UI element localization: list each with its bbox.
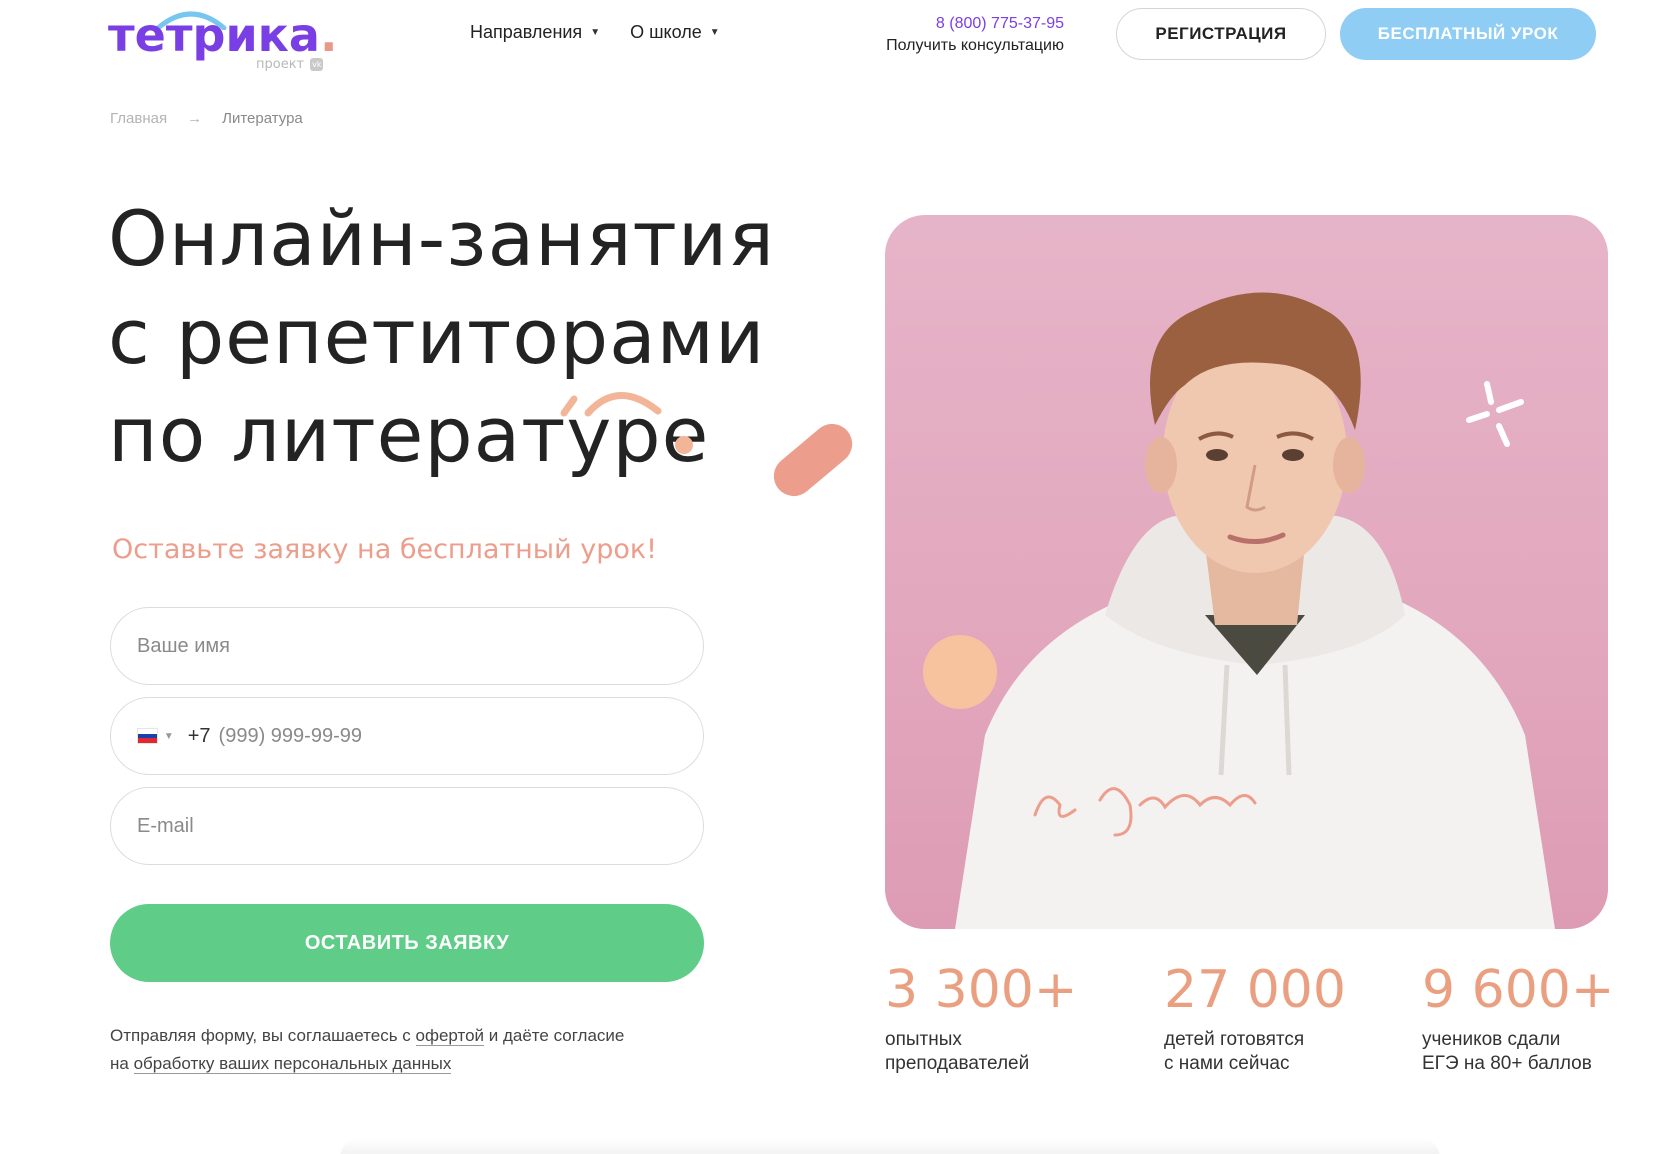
free-lesson-button[interactable]: БЕСПЛАТНЫЙ УРОК <box>1340 8 1596 60</box>
orange-circle-decoration <box>923 635 997 709</box>
stat-number: 27 000 <box>1164 960 1346 1020</box>
russia-flag-icon[interactable] <box>137 728 158 744</box>
stat-number: 3 300+ <box>885 960 1078 1020</box>
breadcrumb-current: Литература <box>222 110 303 127</box>
stat-label-line: преподавателей <box>885 1053 1030 1074</box>
next-section-edge <box>340 1138 1440 1154</box>
breadcrumb-arrow-icon: → <box>187 110 203 127</box>
breadcrumb: Главная → Литература <box>110 110 303 127</box>
sparkle-icon <box>1466 381 1524 447</box>
consent-text-1: Отправляя форму, вы соглашаетесь с <box>110 1026 416 1045</box>
logo-text: тетрика. <box>108 8 338 62</box>
phone-field[interactable]: ▼ +7 <box>110 697 704 775</box>
logo-subtitle: проект vk <box>256 57 324 72</box>
stat-label-line: учеников сдали <box>1422 1029 1561 1050</box>
stat-teachers: 3 300+ опытных преподавателей <box>885 960 1077 1076</box>
stat-exam-results: 9 600+ учеников сдали ЕГЭ на 80+ баллов <box>1422 960 1614 1076</box>
email-input[interactable] <box>137 814 703 838</box>
phone-link[interactable]: 8 (800) 775-37-95 <box>886 13 1064 35</box>
name-input[interactable] <box>137 634 703 658</box>
title-line-2: с репетиторами <box>108 292 766 381</box>
country-caret-down-icon[interactable]: ▼ <box>164 731 174 742</box>
stat-label: детей готовятся с нами сейчас <box>1164 1028 1354 1076</box>
stat-number: 9 600+ <box>1422 960 1615 1020</box>
offer-link[interactable]: офертой <box>415 1026 485 1046</box>
phone-prefix: +7 <box>187 724 211 747</box>
nav-about-label: О школе <box>630 22 702 42</box>
consent-text-3: на <box>110 1054 134 1073</box>
stat-students-now: 27 000 детей готовятся с нами сейчас <box>1164 960 1354 1076</box>
breadcrumb-home[interactable]: Главная <box>110 110 167 127</box>
name-field[interactable] <box>110 607 704 685</box>
title-line-1: Онлайн-занятия <box>108 194 775 283</box>
title-decoration-icon <box>560 392 693 454</box>
vk-badge-icon: vk <box>310 58 324 71</box>
stat-label: учеников сдали ЕГЭ на 80+ баллов <box>1422 1028 1612 1076</box>
register-button[interactable]: РЕГИСТРАЦИЯ <box>1116 8 1326 60</box>
nav-about-school[interactable]: О школе ▼ <box>630 22 720 43</box>
phone-input[interactable] <box>218 724 703 748</box>
pill-decoration <box>765 415 861 505</box>
consent-text-2: и даёте согласие <box>484 1026 625 1045</box>
stat-label-line: опытных <box>885 1029 962 1050</box>
main-nav: Направления ▼ О школе ▼ <box>470 22 720 43</box>
email-field[interactable] <box>110 787 704 865</box>
caret-down-icon: ▼ <box>590 27 601 38</box>
student-portrait-image <box>955 292 1555 929</box>
form-subtitle: Оставьте заявку на бесплатный урок! <box>112 534 657 565</box>
personal-data-link[interactable]: обработку ваших персональных данных <box>133 1054 452 1074</box>
stat-label: опытных преподавателей <box>885 1028 1075 1076</box>
contact-block: 8 (800) 775-37-95 Получить консультацию <box>886 13 1064 57</box>
logo[interactable]: тетрика. проект vk <box>108 6 337 72</box>
stat-label-line: детей готовятся <box>1164 1029 1305 1050</box>
nav-directions-label: Направления <box>470 22 583 42</box>
consent-text: Отправляя форму, вы соглашаетесь с оферт… <box>110 1022 730 1078</box>
hero-photo <box>885 215 1608 929</box>
consultation-link[interactable]: Получить консультацию <box>886 35 1064 57</box>
stat-label-line: ЕГЭ на 80+ баллов <box>1422 1053 1592 1074</box>
caret-down-icon: ▼ <box>709 27 720 38</box>
submit-request-button[interactable]: ОСТАВИТЬ ЗАЯВКУ <box>110 904 704 982</box>
nav-directions[interactable]: Направления ▼ <box>470 22 600 43</box>
stat-label-line: с нами сейчас <box>1164 1053 1290 1074</box>
